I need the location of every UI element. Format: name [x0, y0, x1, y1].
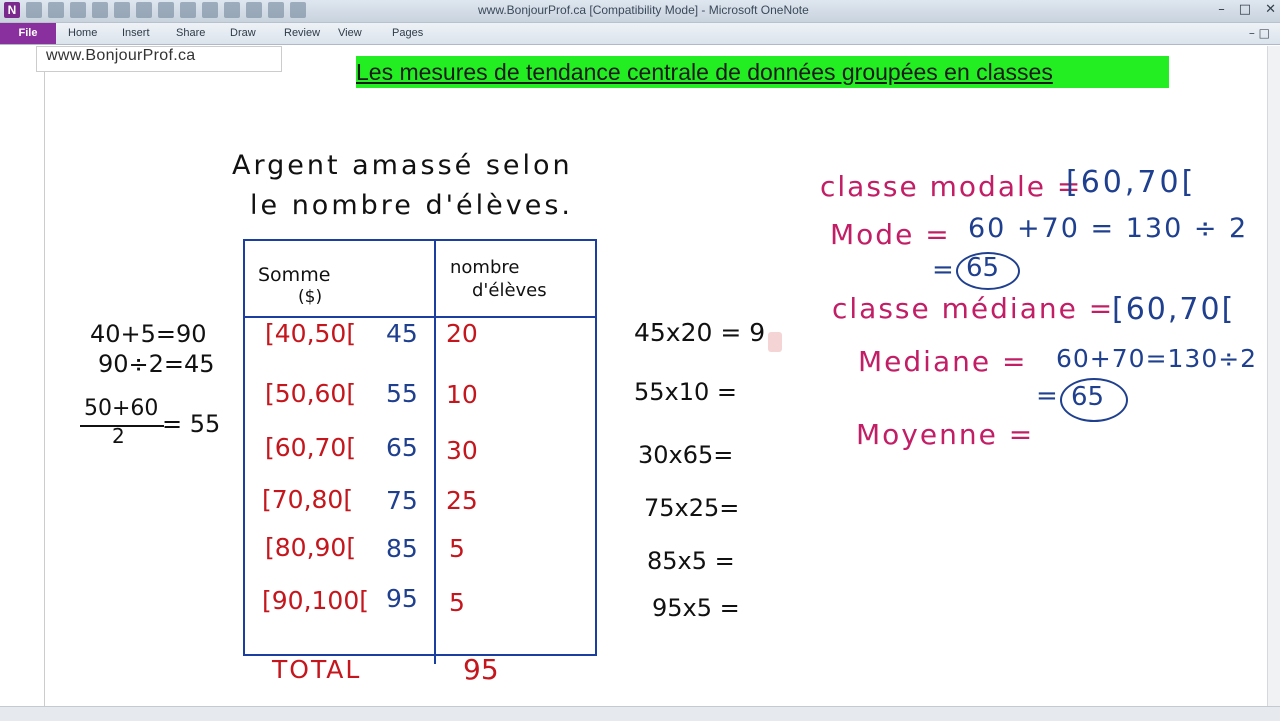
close-button[interactable]: ✕ [1265, 2, 1276, 17]
frac-result: = 55 [162, 410, 221, 438]
quick-access-toolbar: N [4, 2, 306, 18]
product-line: 95x5 = [652, 594, 740, 622]
tab-pages[interactable]: Pages [392, 27, 446, 39]
header-somme-unit: ($) [298, 287, 323, 307]
mediane-value: 65 [1071, 382, 1105, 412]
horizontal-scrollbar[interactable] [0, 706, 1280, 721]
table-title-line1: Argent amassé selon [232, 150, 573, 181]
classe-mediane-value: [60,70[ [1112, 292, 1236, 327]
classe-modale-value: [60,70[ [1066, 165, 1197, 200]
product-line: 85x5 = [647, 547, 735, 575]
ink-color-icon[interactable] [246, 2, 262, 18]
row-effectif: 30 [446, 436, 478, 465]
onenote-logo-icon: N [4, 2, 20, 18]
maximize-button[interactable]: □ [1239, 2, 1251, 17]
mode-calc: 60 +70 = 130 ÷ 2 [968, 213, 1249, 244]
tab-draw[interactable]: Draw [230, 27, 284, 39]
window-controls: – □ ✕ [1218, 2, 1276, 17]
total-value: 95 [463, 653, 499, 686]
row-effectif: 25 [446, 486, 478, 515]
new-page-icon[interactable] [92, 2, 108, 18]
dock-icon[interactable] [70, 2, 86, 18]
table-column-divider [434, 239, 436, 664]
tab-insert[interactable]: Insert [122, 27, 176, 39]
mode-equals: = [932, 255, 954, 285]
notebook-icon[interactable] [136, 2, 152, 18]
mediane-calc: 60+70=130÷2 [1056, 344, 1258, 373]
ribbon-controls[interactable]: – □ [1249, 26, 1270, 40]
row-classe: [70,80[ [262, 485, 354, 514]
vertical-scrollbar[interactable] [1267, 46, 1280, 706]
customize-icon[interactable] [290, 2, 306, 18]
product-line: 45x20 = 9 [634, 318, 766, 347]
row-classe: [90,100[ [262, 586, 369, 615]
product-line: 30x65= [638, 441, 734, 469]
row-classe: [50,60[ [265, 379, 357, 408]
frac-numerator: 50+60 [84, 396, 159, 421]
table-title-line2: le nombre d'élèves. [250, 190, 573, 221]
table-header-divider [243, 316, 597, 318]
row-centre: 65 [386, 433, 418, 462]
product-line: 55x10 = [634, 378, 738, 406]
row-centre: 75 [386, 486, 418, 515]
product-line: 75x25= [644, 494, 740, 522]
row-centre: 55 [386, 379, 418, 408]
header-eleves: d'élèves [472, 280, 547, 301]
back-icon[interactable] [26, 2, 42, 18]
mediane-label: Mediane = [858, 345, 1028, 378]
mediane-equals: = [1036, 381, 1058, 411]
window-title: www.BonjourProf.ca [Compatibility Mode] … [478, 3, 809, 17]
row-centre: 45 [386, 319, 418, 348]
undo-icon[interactable] [48, 2, 64, 18]
row-effectif: 20 [446, 319, 478, 348]
row-classe: [80,90[ [265, 533, 357, 562]
row-centre: 95 [386, 584, 418, 613]
moyenne-label: Moyenne = [856, 418, 1035, 451]
highlighter-icon[interactable] [180, 2, 196, 18]
tab-home[interactable]: Home [68, 27, 122, 39]
frac-denominator: 2 [112, 424, 125, 448]
classe-modale-label: classe modale = [820, 170, 1083, 203]
header-nombre: nombre [450, 257, 520, 278]
tab-file[interactable]: File [0, 23, 56, 44]
table-icon[interactable] [114, 2, 130, 18]
pen-color-icon[interactable] [268, 2, 284, 18]
lasso-icon[interactable] [224, 2, 240, 18]
site-url: www.BonjourProf.ca [46, 47, 196, 64]
tab-review[interactable]: Review [284, 27, 338, 39]
classe-mediane-label: classe médiane = [832, 292, 1115, 325]
tab-view[interactable]: View [338, 27, 392, 39]
pen-icon[interactable] [158, 2, 174, 18]
minimize-button[interactable]: – [1218, 2, 1225, 17]
title-bar: N www.BonjourProf.ca [Compatibility Mode… [0, 0, 1280, 23]
row-effectif: 10 [446, 380, 478, 409]
calc-line: 40+5=90 [90, 320, 207, 348]
mode-label: Mode = [830, 218, 951, 251]
row-classe: [60,70[ [265, 433, 357, 462]
ink-cursor [768, 332, 782, 352]
row-classe: [40,50[ [265, 319, 357, 348]
page-heading: Les mesures de tendance centrale de donn… [356, 56, 1169, 88]
mode-value: 65 [966, 253, 1000, 283]
row-effectif: 5 [449, 534, 465, 563]
row-centre: 85 [386, 534, 418, 563]
header-somme: Somme [258, 264, 331, 286]
ribbon-tabs: Home Insert Share Draw Review View Pages [68, 27, 446, 39]
eraser-icon[interactable] [202, 2, 218, 18]
tab-share[interactable]: Share [176, 27, 230, 39]
calc-line: 90÷2=45 [98, 350, 215, 378]
row-effectif: 5 [449, 588, 465, 617]
total-label: TOTAL [272, 655, 362, 684]
